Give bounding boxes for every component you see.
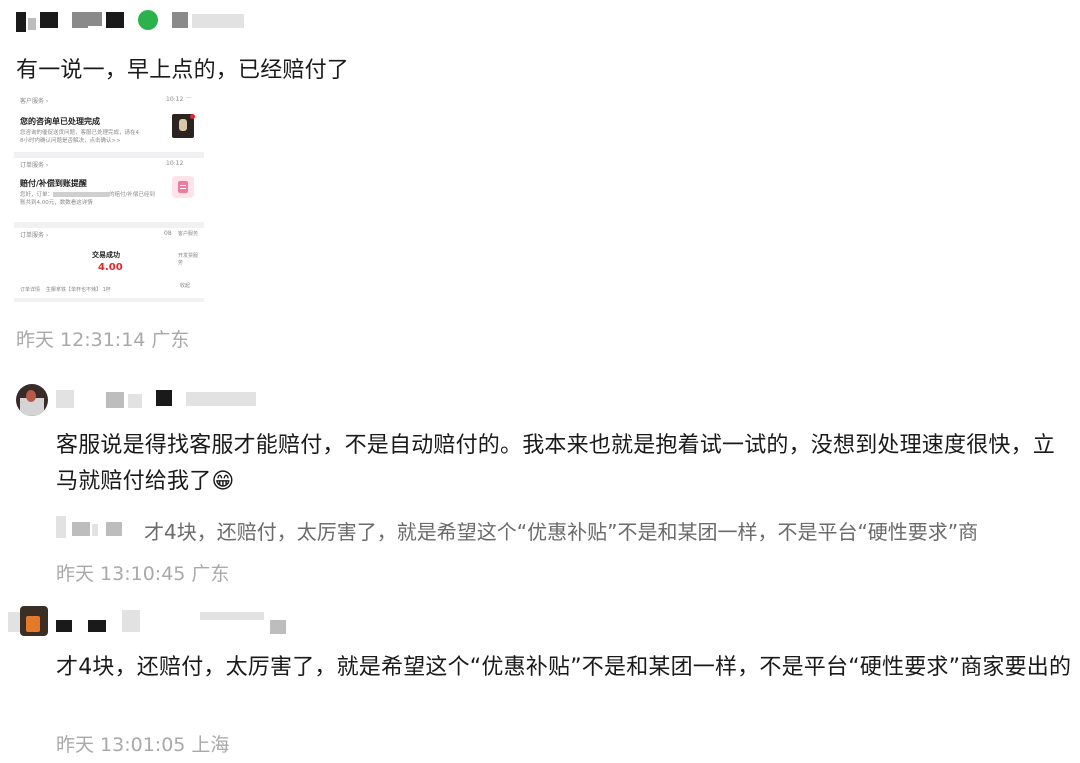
quoted-text: 才4块，还赔付，太厉害了，就是希望这个“优惠补贴”不是和某团一样，不是平台“硬性… [144,520,979,544]
side-action: 客户服务 [178,231,199,237]
card-header: 订单服务 › [20,162,49,169]
card-header: 客户服务 › [20,98,49,105]
card-body: 您咨询的催促送货问题，客服已处理完成，请在4 [20,130,140,136]
side-action: 收起 [180,283,191,289]
reply1-text: 客服说是得找客服才能赔付，不是自动赔付的。我本来也就是抱着试一试的，没想到处理速… [56,433,1056,494]
order-detail-link: 订单详情 [20,287,41,293]
agent-avatar-icon [172,114,195,138]
order-item: 生椰拿铁【单杯也不辣】 1杯 [46,287,111,293]
order-amount: 4.00 [98,262,123,273]
card-body: 您好，订单： 的赔付/补偿已经到 [20,192,155,198]
reply2-timestamp: 昨天 13:01:05 上海 [56,734,230,756]
wechat-icon [138,10,158,30]
card-time: 08 [164,230,172,237]
card-time: 10:12 [166,96,184,103]
reply2-text: 才4块，还赔付，太厉害了，就是希望这个“优惠补贴”不是和某团一样，不是平台“硬性… [56,655,1072,680]
avatar[interactable] [20,606,48,636]
more-icon: ··· [186,95,192,102]
notice-card-refund: 订单服务 › 10:12 赔付/补偿到账提醒 您好，订单： 的赔付/补偿已经到 账… [14,160,204,218]
document-icon [172,176,194,198]
notice-card-service: 客户服务 › 10:12 ··· 您的咨询单已处理完成 您咨询的催促送货问题，客… [14,92,204,150]
avatar[interactable] [16,384,48,416]
reply1-timestamp: 昨天 13:10:45 广东 [56,563,230,585]
card-title: 赔付/补偿到账提醒 [20,179,87,188]
attached-screenshot[interactable]: 客户服务 › 10:12 ··· 您的咨询单已处理完成 您咨询的催促送货问题，客… [14,92,204,302]
card-body: 8小时内确认问题是否解决，点击确认>> [20,138,121,144]
card-body: 账共到4.00元，数数看这详情 [20,200,93,206]
order-status: 交易成功 [92,251,120,259]
post-timestamp: 昨天 12:31:14 广东 [16,329,190,351]
side-action: 开发票服务 [178,253,199,266]
grin-emoji-icon: 😁 [211,469,235,494]
card-time: 10:12 [166,160,184,167]
card-title: 您的咨询单已处理完成 [20,117,100,126]
order-card: 订单服务 › 08 交易成功 4.00 订单详情 生椰拿铁【单杯也不辣】 1杯 … [14,230,204,302]
post-text: 有一说一，早上点的，已经赔付了 [16,58,350,83]
card-header: 订单服务 › [20,232,49,239]
